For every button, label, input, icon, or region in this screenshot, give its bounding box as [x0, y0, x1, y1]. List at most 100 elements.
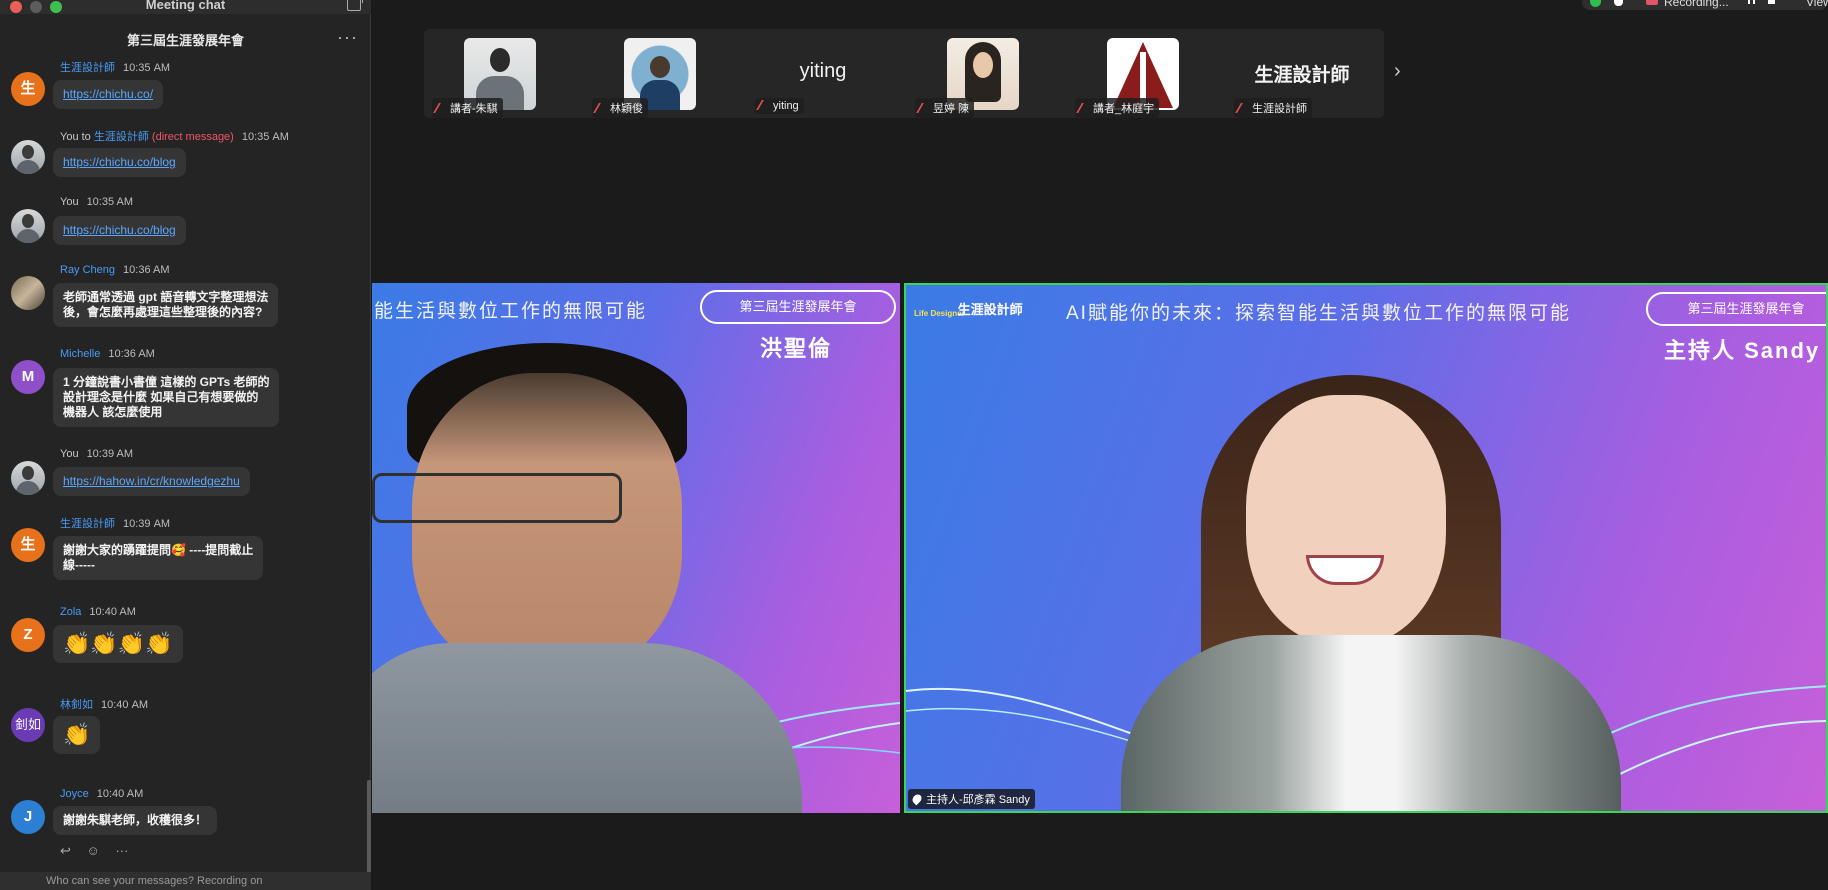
meeting-chat-panel: Meeting chat 第三屆生涯發展年會 ··· 生 生涯設計師 10:35 … [0, 0, 371, 890]
message-meta: Ray Cheng 10:36 AM [60, 264, 170, 276]
video-banner-title: AI賦能你的未來：探索智能生活與數位工作的無限可能 [1066, 303, 1571, 324]
brand-small-text: Life Designer [914, 309, 965, 318]
video-banner-title: 能生活與數位工作的無限可能 [374, 301, 648, 322]
avatar[interactable]: J [11, 800, 45, 834]
message-meta: Joyce 10:40 AM [60, 788, 143, 800]
message-link[interactable]: https://hahow.in/cr/knowledgezhu [53, 467, 250, 496]
participant-name: 生涯設計師 [1252, 103, 1307, 115]
sender-name[interactable]: You [60, 448, 79, 460]
message-line: 謝謝大家的踴躍提問🥰 ----提問截止 [63, 543, 254, 557]
participant-tile[interactable]: 講者-朱騏 [424, 29, 576, 118]
sender-name[interactable]: You [60, 196, 79, 208]
message-line: 線----- [63, 558, 95, 572]
brand-name: 生涯設計師 [957, 302, 1023, 317]
avatar[interactable]: 釗如 [11, 708, 45, 742]
participant-name: yiting [773, 100, 799, 112]
message-link[interactable]: https://chichu.co/blog [53, 216, 186, 245]
host-display-name: 主持人-邱彥霖 Sandy [926, 794, 1030, 806]
video-tile-host[interactable]: Life Designer 生涯設計師 AI賦能你的未來：探索智能生活與數位工作… [904, 283, 1828, 813]
message-prefix: You to [60, 131, 91, 143]
reply-icon[interactable]: ↩ [60, 843, 71, 858]
message-text: 謝謝朱騏老師，收穫很多！ [53, 806, 218, 835]
speaker-face [412, 373, 682, 673]
recording-icon [1646, 0, 1658, 5]
message-time: 10:36 AM [108, 348, 155, 360]
speaker-name: 洪聖倫 [760, 336, 833, 361]
participant-label: 林穎俊 [592, 98, 648, 118]
host-face [1246, 395, 1446, 645]
window-title: Meeting chat [145, 0, 226, 12]
avatar[interactable]: 生 [11, 72, 45, 106]
message-text: 老師通常透過 gpt 語音轉文字整理想法 後，會怎麼再處理這些整理後的內容? [53, 283, 279, 327]
pause-recording-icon[interactable] [1748, 0, 1755, 4]
message-time: 10:35 AM [241, 131, 289, 143]
avatar[interactable]: 生 [11, 528, 45, 562]
message-line: 設計理念是什麼 如果自己有想要做的 [63, 390, 259, 404]
participant-name: 昱婷 陳 [933, 103, 970, 115]
participant-label: 講者_林庭宇 [1075, 98, 1160, 118]
chat-scrollbar[interactable] [367, 780, 371, 876]
message-time: 10:39 AM [86, 448, 134, 460]
avatar[interactable]: Z [11, 618, 45, 652]
message-text: 1 分鐘說書小書僮 這樣的 GPTs 老師的 設計理念是什麼 如果自己有想要做的… [53, 368, 280, 427]
message-link[interactable]: https://chichu.co/ [53, 80, 164, 109]
participant-name-display: yiting [799, 60, 847, 82]
avatar[interactable] [11, 209, 45, 243]
message-meta: Zola 10:40 AM [60, 606, 136, 618]
participant-tile[interactable]: 生涯設計師 生涯設計師 [1226, 29, 1378, 118]
participant-name: 講者_林庭宇 [1093, 103, 1155, 115]
speaker-name: 主持人 Sandy [1664, 338, 1821, 363]
message-time: 10:35 AM [86, 196, 134, 208]
participant-tile[interactable]: 林穎俊 [584, 29, 736, 118]
message-meta: 生涯設計師 10:39 AM [60, 515, 170, 531]
participant-name-display: 生涯設計師 [1254, 65, 1350, 86]
message-time: 10:40 AM [101, 699, 149, 711]
popout-icon[interactable] [347, 0, 363, 11]
sender-name[interactable]: Michelle [60, 348, 100, 360]
message-line: 1 分鐘說書小書僮 這樣的 GPTs 老師的 [63, 375, 270, 389]
sender-name[interactable]: Joyce [60, 788, 89, 800]
participant-label: 昱婷 陳 [915, 98, 975, 118]
sender-name[interactable]: Ray Cheng [60, 264, 115, 276]
chat-title: 第三屆生涯發展年會 [126, 33, 244, 48]
message-actions: ↩ ☺ ··· [60, 843, 140, 859]
more-actions-icon[interactable]: ··· [115, 843, 128, 858]
avatar[interactable] [11, 140, 45, 174]
sender-name[interactable]: 生涯設計師 [60, 518, 115, 530]
avatar[interactable]: M [11, 360, 45, 394]
event-badge: 第三屆生涯發展年會 [700, 290, 896, 324]
message-meta: You to 生涯設計師 (direct message) 10:35 AM [60, 128, 289, 144]
video-tile-speaker[interactable]: 能生活與數位工作的無限可能 第三屆生涯發展年會 洪聖倫 [372, 283, 900, 813]
message-meta: You 10:35 AM [60, 196, 133, 208]
message-time: 10:35 AM [123, 62, 171, 74]
emoji-reaction-icon[interactable]: ☺ [87, 843, 100, 858]
message-meta: 生涯設計師 10:35 AM [60, 59, 170, 75]
sender-name[interactable]: Zola [60, 606, 81, 618]
message-emoji: 👏 [53, 716, 101, 754]
avatar[interactable] [11, 276, 45, 310]
muted-mic-icon [1076, 103, 1091, 113]
message-link[interactable]: https://chichu.co/blog [53, 148, 186, 177]
sender-name[interactable]: 林釗如 [60, 699, 93, 711]
sender-name[interactable]: 生涯設計師 [94, 131, 149, 143]
muted-mic-icon [593, 103, 608, 113]
muted-mic-icon [756, 100, 771, 110]
sender-name[interactable]: 生涯設計師 [60, 62, 115, 74]
chat-visibility-notice[interactable]: Who can see your messages? Recording on [0, 872, 371, 890]
participant-tile[interactable]: 昱婷 陳 [907, 29, 1059, 118]
stop-recording-icon[interactable] [1768, 0, 1775, 4]
participant-name: 林穎俊 [610, 103, 643, 115]
participant-name: 講者-朱騏 [450, 103, 498, 115]
host-jacket [1121, 635, 1621, 811]
participant-tile[interactable]: 講者_林庭宇 [1067, 29, 1219, 118]
muted-mic-icon [1235, 103, 1250, 113]
chevron-right-icon[interactable]: › [1394, 60, 1401, 83]
avatar[interactable] [11, 461, 45, 495]
chat-more-options-button[interactable]: ··· [337, 28, 358, 46]
view-button[interactable]: View [1806, 0, 1828, 9]
muted-mic-icon [916, 103, 931, 113]
direct-message-tag: (direct message) [151, 131, 234, 143]
message-time: 10:36 AM [123, 264, 170, 276]
message-time: 10:40 AM [89, 606, 136, 618]
participant-tile[interactable]: yiting yiting [747, 29, 899, 118]
